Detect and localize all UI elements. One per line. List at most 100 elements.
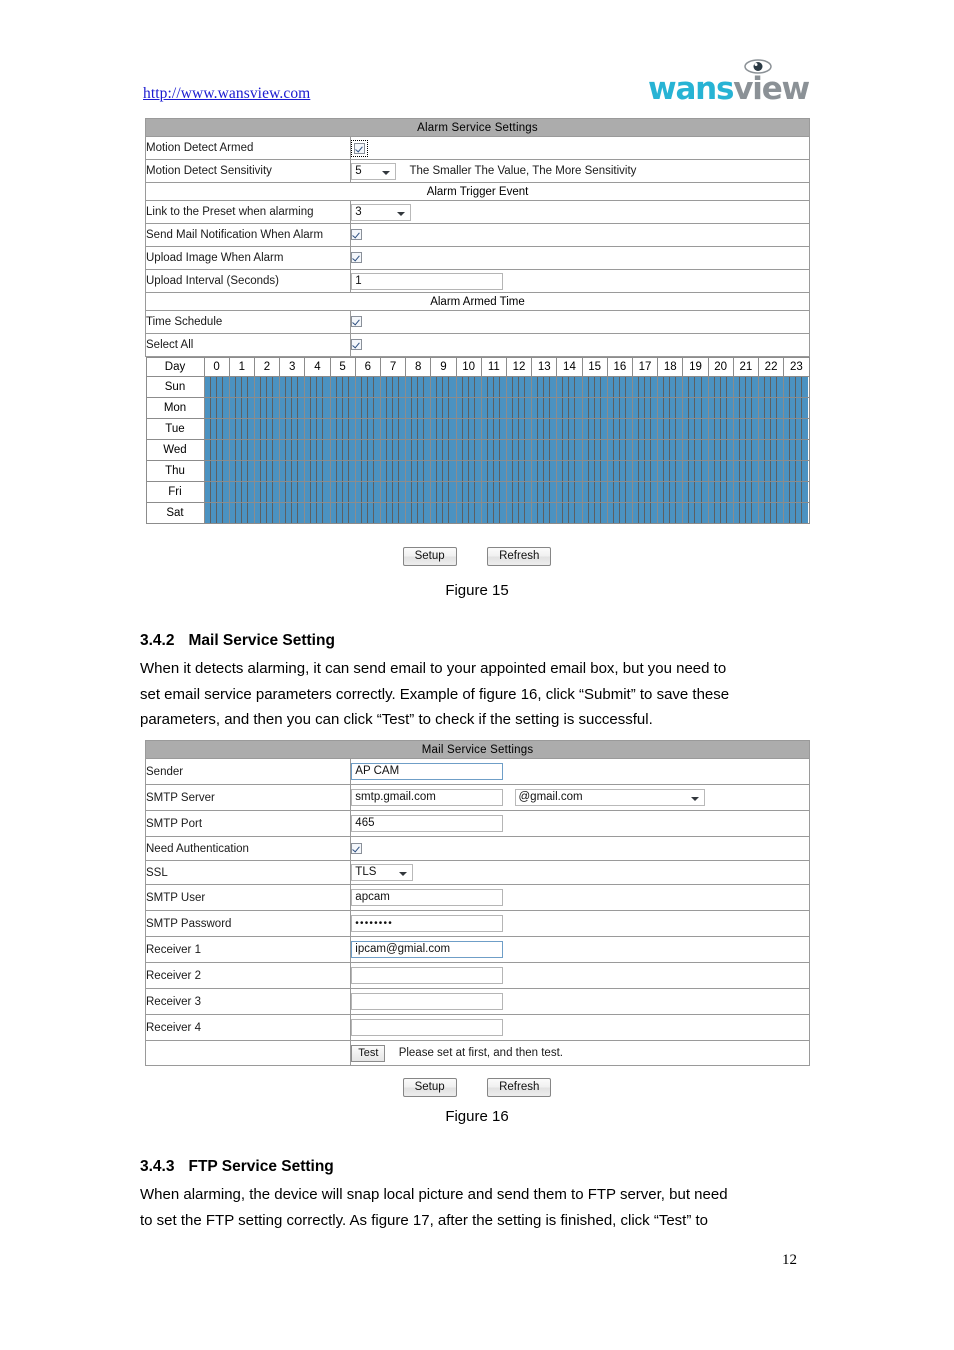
schedule-slot[interactable] — [600, 461, 607, 481]
schedule-day-label-thu[interactable]: Thu — [145, 460, 205, 482]
schedule-slot[interactable] — [777, 503, 784, 523]
schedule-slot[interactable] — [273, 377, 280, 397]
schedule-slot[interactable] — [499, 398, 506, 418]
schedule-slot[interactable] — [247, 398, 254, 418]
schedule-slot[interactable] — [600, 419, 607, 439]
schedule-day-label-wed[interactable]: Wed — [145, 439, 205, 461]
schedule-slot[interactable] — [726, 419, 733, 439]
schedule-slot[interactable] — [424, 398, 431, 418]
schedule-cell-tue-23[interactable] — [783, 418, 810, 440]
schedule-slot[interactable] — [323, 398, 330, 418]
schedule-slot[interactable] — [373, 503, 380, 523]
schedule-slot[interactable] — [575, 503, 582, 523]
schedule-cell-fri-4[interactable] — [304, 481, 331, 503]
schedule-cell-wed-1[interactable] — [228, 439, 255, 461]
schedule-cell-sun-18[interactable] — [657, 376, 684, 398]
schedule-day-label-tue[interactable]: Tue — [145, 418, 205, 440]
schedule-cell-sun-14[interactable] — [556, 376, 583, 398]
schedule-slot[interactable] — [222, 419, 229, 439]
schedule-cell-sun-23[interactable] — [783, 376, 810, 398]
schedule-slot[interactable] — [222, 461, 229, 481]
schedule-cell-mon-9[interactable] — [430, 397, 457, 419]
schedule-slot[interactable] — [399, 503, 406, 523]
schedule-cell-thu-1[interactable] — [228, 460, 255, 482]
schedule-slot[interactable] — [474, 461, 481, 481]
site-url-link[interactable]: http://www.wansview.com — [143, 85, 310, 103]
schedule-slot[interactable] — [348, 440, 355, 460]
schedule-cell-mon-13[interactable] — [531, 397, 558, 419]
schedule-slot[interactable] — [651, 503, 658, 523]
schedule-cell-tue-3[interactable] — [279, 418, 306, 440]
schedule-slot[interactable] — [474, 482, 481, 502]
schedule-slot[interactable] — [373, 482, 380, 502]
schedule-cell-wed-10[interactable] — [455, 439, 482, 461]
schedule-slot[interactable] — [298, 398, 305, 418]
schedule-cell-sun-11[interactable] — [480, 376, 507, 398]
schedule-cell-sat-23[interactable] — [783, 502, 810, 524]
schedule-slot[interactable] — [701, 419, 708, 439]
receiver-2-input[interactable] — [351, 967, 504, 984]
schedule-slot[interactable] — [298, 377, 305, 397]
schedule-slot[interactable] — [373, 440, 380, 460]
schedule-slot[interactable] — [222, 503, 229, 523]
schedule-cell-sat-22[interactable] — [757, 502, 785, 524]
schedule-slot[interactable] — [247, 482, 254, 502]
schedule-cell-sat-10[interactable] — [455, 502, 482, 524]
schedule-cell-mon-7[interactable] — [379, 397, 407, 419]
schedule-slot[interactable] — [247, 440, 254, 460]
schedule-cell-fri-20[interactable] — [707, 481, 734, 503]
schedule-slot[interactable] — [600, 440, 607, 460]
schedule-slot[interactable] — [525, 482, 532, 502]
schedule-cell-sat-15[interactable] — [581, 502, 608, 524]
schedule-slot[interactable] — [625, 503, 632, 523]
link-preset-select[interactable]: 3 — [351, 203, 412, 221]
schedule-cell-wed-7[interactable] — [379, 439, 407, 461]
schedule-slot[interactable] — [802, 461, 809, 481]
schedule-cell-thu-2[interactable] — [253, 460, 281, 482]
schedule-slot[interactable] — [323, 482, 330, 502]
schedule-slot[interactable] — [399, 398, 406, 418]
schedule-cell-wed-0[interactable] — [203, 439, 230, 461]
receiver-4-input[interactable] — [351, 1019, 504, 1036]
schedule-cell-mon-4[interactable] — [304, 397, 331, 419]
schedule-cell-fri-21[interactable] — [732, 481, 759, 503]
schedule-cell-fri-10[interactable] — [455, 481, 482, 503]
schedule-slot[interactable] — [525, 398, 532, 418]
schedule-slot[interactable] — [751, 419, 758, 439]
upload-image-checkbox[interactable] — [351, 252, 363, 264]
schedule-slot[interactable] — [298, 461, 305, 481]
setup-button-2[interactable]: Setup — [402, 1078, 457, 1097]
schedule-slot[interactable] — [474, 419, 481, 439]
schedule-slot[interactable] — [550, 503, 557, 523]
schedule-cell-thu-21[interactable] — [732, 460, 759, 482]
schedule-cell-sun-9[interactable] — [430, 376, 457, 398]
schedule-cell-thu-7[interactable] — [379, 460, 407, 482]
schedule-cell-tue-0[interactable] — [203, 418, 230, 440]
schedule-cell-mon-14[interactable] — [556, 397, 583, 419]
schedule-slot[interactable] — [499, 482, 506, 502]
schedule-cell-wed-16[interactable] — [606, 439, 633, 461]
schedule-slot[interactable] — [499, 440, 506, 460]
schedule-slot[interactable] — [424, 503, 431, 523]
schedule-cell-tue-18[interactable] — [657, 418, 684, 440]
schedule-cell-tue-22[interactable] — [757, 418, 785, 440]
schedule-cell-tue-6[interactable] — [354, 418, 381, 440]
schedule-slot[interactable] — [247, 419, 254, 439]
schedule-slot[interactable] — [676, 461, 683, 481]
schedule-cell-fri-7[interactable] — [379, 481, 407, 503]
schedule-slot[interactable] — [525, 461, 532, 481]
schedule-slot[interactable] — [550, 482, 557, 502]
schedule-cell-sat-12[interactable] — [505, 502, 533, 524]
schedule-slot[interactable] — [802, 440, 809, 460]
schedule-cell-mon-10[interactable] — [455, 397, 482, 419]
schedule-cell-thu-8[interactable] — [405, 460, 432, 482]
schedule-slot[interactable] — [348, 377, 355, 397]
schedule-cell-sun-15[interactable] — [581, 376, 608, 398]
schedule-cell-tue-9[interactable] — [430, 418, 457, 440]
schedule-slot[interactable] — [348, 419, 355, 439]
schedule-slot[interactable] — [247, 503, 254, 523]
schedule-slot[interactable] — [625, 419, 632, 439]
schedule-slot[interactable] — [802, 377, 809, 397]
schedule-cell-thu-15[interactable] — [581, 460, 608, 482]
schedule-slot[interactable] — [802, 482, 809, 502]
